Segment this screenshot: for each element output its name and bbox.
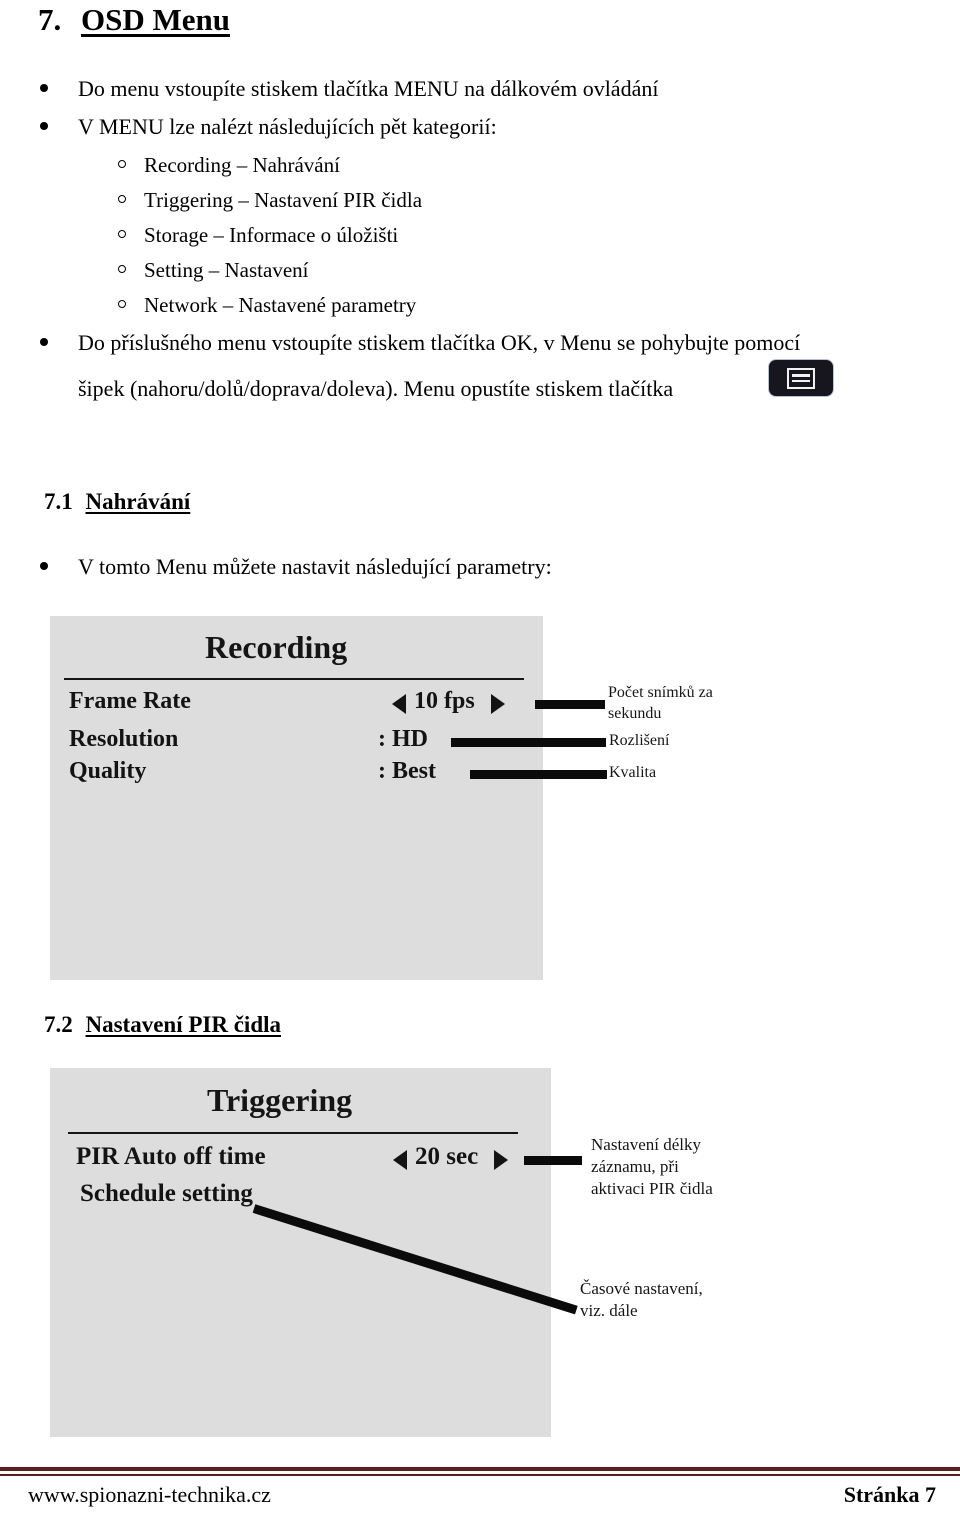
bullet-text-line1: Do příslušného menu vstoupíte stiskem tl… — [78, 330, 801, 355]
leader-line-pir-auto-off — [524, 1156, 582, 1165]
bullet-text-line2: šipek (nahoru/dolů/doprava/doleva). Menu… — [78, 376, 674, 401]
leader-line-resolution — [451, 738, 606, 747]
list-item-label: Network – Nastavené parametry — [144, 293, 417, 317]
bullet-text: V tomto Menu můžete nastavit následující… — [78, 554, 552, 579]
osd-label-resolution: Resolution — [69, 726, 179, 752]
annotation-resolution: Rozlišení — [609, 732, 670, 749]
subsection-title: Nahrávání — [85, 489, 191, 514]
menu-button-icon — [769, 360, 833, 396]
list-item-label: Storage – Informace o úložišti — [144, 223, 399, 247]
osd-value-resolution: : HD — [378, 726, 428, 752]
bullet-dot-icon — [40, 338, 48, 346]
osd-value-pir-auto-off-time: 20 sec — [415, 1143, 479, 1170]
footer-divider-bottom — [0, 1474, 960, 1476]
hamburger-glyph-icon — [787, 367, 815, 389]
list-item-storage: Storage – Informace o úložišti — [118, 220, 398, 250]
right-arrow-icon — [491, 694, 505, 714]
leader-line-frame-rate — [535, 700, 605, 709]
annotation-line: viz. dále — [580, 1301, 638, 1320]
list-item-label: Setting – Nastavení — [144, 258, 309, 282]
circle-bullet-icon — [118, 230, 126, 238]
list-item-recording: Recording – Nahrávání — [118, 150, 340, 180]
list-item-network: Network – Nastavené parametry — [118, 290, 416, 320]
bullet-dot-icon — [40, 122, 48, 130]
osd-title-triggering: Triggering — [207, 1082, 353, 1118]
annotation-line: záznamu, při — [591, 1157, 679, 1176]
circle-bullet-icon — [118, 300, 126, 308]
triggering-menu-screenshot — [50, 1068, 551, 1437]
list-item-setting: Setting – Nastavení — [118, 255, 308, 285]
annotation-line: Počet snímků za — [608, 684, 713, 701]
list-item-label: Triggering – Nastavení PIR čidla — [144, 188, 423, 212]
annotation-pir-auto-off: Nastavení délky záznamu, při aktivaci PI… — [591, 1134, 751, 1200]
osd-label-quality: Quality — [69, 758, 147, 784]
circle-bullet-icon — [118, 265, 126, 273]
bullet-item-71-parameters: V tomto Menu můžete nastavit následující… — [40, 552, 552, 582]
left-arrow-icon — [392, 694, 406, 714]
annotation-line: aktivaci PIR čidla — [591, 1179, 713, 1198]
circle-bullet-icon — [118, 195, 126, 203]
osd-label-frame-rate: Frame Rate — [69, 688, 191, 714]
annotation-line: sekundu — [608, 705, 662, 722]
bullet-dot-icon — [40, 562, 48, 570]
annotation-line: Nastavení délky — [591, 1135, 701, 1154]
osd-label-schedule-setting: Schedule setting — [80, 1180, 253, 1207]
list-item-label: Recording – Nahrávání — [144, 153, 340, 177]
recording-menu-screenshot — [50, 616, 543, 980]
annotation-line: Časové nastavení, — [580, 1279, 703, 1298]
leader-line-quality — [470, 770, 607, 779]
subsection-title: Nastavení PIR čidla — [85, 1012, 282, 1037]
subsection-heading-72: 7.2 Nastavení PIR čidla — [44, 1012, 281, 1038]
right-arrow-icon — [494, 1150, 508, 1170]
bullet-item-navigation: Do příslušného menu vstoupíte stiskem tl… — [40, 328, 800, 358]
footer-page-number: Stránka 7 — [843, 1482, 936, 1507]
annotation-frame-rate: Počet snímků za sekundu — [608, 682, 748, 724]
footer-website: www.spionazni-technika.cz — [28, 1482, 271, 1507]
bullet-dot-icon — [40, 84, 48, 92]
section-title: OSD Menu — [81, 2, 230, 37]
bullet-text: V MENU lze nalézt následujících pět kate… — [78, 114, 497, 139]
osd-value-frame-rate: 10 fps — [414, 688, 475, 714]
footer-divider-top — [0, 1467, 960, 1471]
left-arrow-icon — [393, 1150, 407, 1170]
page-title: 7. OSD Menu — [38, 2, 230, 38]
subsection-heading-71: 7.1 Nahrávání — [44, 489, 190, 515]
subsection-number: 7.1 — [44, 489, 73, 514]
bullet-text: Do menu vstoupíte stiskem tlačítka MENU … — [78, 76, 659, 101]
circle-bullet-icon — [118, 160, 126, 168]
subsection-number: 7.2 — [44, 1012, 73, 1037]
document-page: 7. OSD Menu Do menu vstoupíte stiskem tl… — [0, 0, 960, 1515]
section-number: 7. — [38, 2, 62, 37]
list-item-triggering: Triggering – Nastavení PIR čidla — [118, 185, 422, 215]
annotation-quality: Kvalita — [609, 764, 657, 781]
osd-value-quality: : Best — [378, 758, 436, 784]
osd-divider — [68, 1132, 518, 1134]
bullet-item-enter-menu: Do menu vstoupíte stiskem tlačítka MENU … — [40, 74, 658, 104]
osd-label-pir-auto-off-time: PIR Auto off time — [76, 1143, 266, 1170]
annotation-schedule-setting: Časové nastavení, viz. dále — [580, 1278, 755, 1322]
bullet-item-categories: V MENU lze nalézt následujících pět kate… — [40, 112, 497, 142]
osd-divider — [64, 678, 524, 680]
osd-title-recording: Recording — [205, 629, 348, 665]
